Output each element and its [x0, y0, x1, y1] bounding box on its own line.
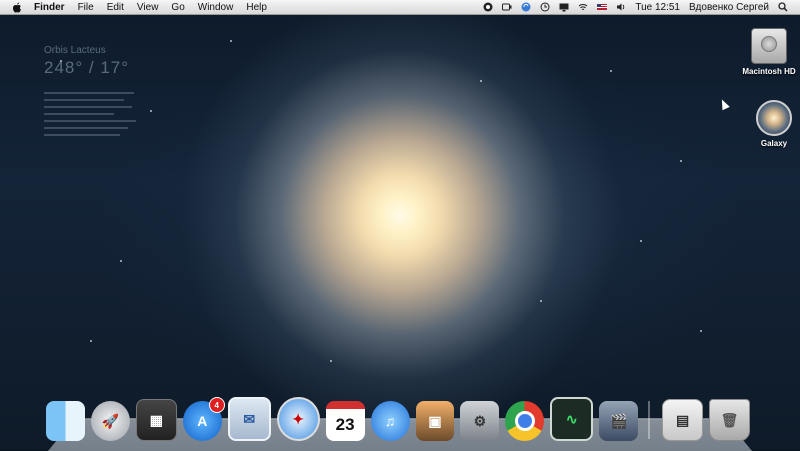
dock-documents-stack[interactable]: ▤ [662, 399, 704, 441]
display-icon[interactable] [559, 2, 569, 12]
overlay-line [44, 113, 114, 115]
activity-monitor-icon: ∿ [565, 410, 578, 427]
sync-icon[interactable] [521, 2, 531, 12]
compass-icon: ✦ [292, 410, 305, 427]
dock-system-preferences[interactable]: ⚙ [460, 401, 500, 441]
film-icon: 🎬 [610, 412, 628, 429]
dock-safari[interactable]: ✦ [276, 397, 320, 441]
menu-go[interactable]: Go [171, 2, 184, 13]
dock-app-store[interactable]: A 4 [182, 397, 225, 441]
mission-control-icon: ▦ [149, 411, 163, 428]
dock-mail[interactable]: ✉ [227, 397, 271, 441]
menu-bar: Finder File Edit View Go Window Help Tue… [0, 0, 800, 15]
dock-itunes[interactable]: ♫ [370, 401, 410, 441]
app-store-icon: A [197, 413, 208, 429]
dock: 🚀 ▦ A 4 ✉ ✦ 23 ♫ ▣ ⚙ ∿ 🎬 ▤ 🗑 [46, 393, 756, 441]
wallpaper-overlay: Orbis Lacteus 248° / 17° [44, 45, 136, 136]
dock-finder[interactable] [46, 401, 85, 441]
dock-separator [648, 401, 651, 439]
menu-help[interactable]: Help [246, 2, 267, 13]
app-store-badge: 4 [208, 397, 225, 413]
music-icon: ♫ [384, 413, 396, 429]
calendar-icon: 23 [335, 415, 355, 434]
overlay-line [44, 99, 124, 101]
macintosh-hd-label: Macintosh HD [742, 67, 796, 76]
apple-menu-icon[interactable] [10, 0, 24, 14]
flag-icon[interactable] [597, 2, 608, 12]
clock-text[interactable]: Tue 12:51 [635, 2, 680, 13]
overlay-title: Orbis Lacteus [44, 45, 106, 56]
macintosh-hd-desktop-icon[interactable]: Macintosh HD [739, 28, 799, 76]
status-area: Tue 12:51 Вдовенко Сергей [483, 2, 800, 13]
overlay-line [44, 120, 136, 122]
overlay-line [44, 92, 134, 94]
record-icon[interactable] [483, 2, 493, 12]
hard-drive-icon[interactable] [751, 28, 787, 64]
dock-trash[interactable]: 🗑 [709, 399, 751, 441]
galaxy-image-icon[interactable] [756, 100, 792, 136]
clock-icon[interactable] [540, 2, 550, 12]
overlay-coords: 248° / 17° [44, 58, 130, 77]
dock-iphoto[interactable]: ▣ [415, 401, 455, 441]
trash-icon: 🗑 [720, 411, 739, 428]
overlay-line [44, 127, 128, 129]
dock-launchpad[interactable]: 🚀 [90, 401, 130, 441]
overlay-line [44, 106, 132, 108]
camera-icon[interactable] [502, 2, 512, 12]
dock-chrome[interactable] [505, 401, 545, 441]
spotlight-icon[interactable] [778, 2, 788, 12]
mail-icon: ✉ [243, 410, 256, 427]
dock-imovie[interactable]: 🎬 [599, 401, 639, 441]
menu-file[interactable]: File [78, 2, 94, 13]
menu-view[interactable]: View [137, 2, 159, 13]
dock-ical[interactable]: 23 [325, 401, 365, 441]
rocket-icon: 🚀 [101, 412, 120, 429]
galaxy-label: Galaxy [760, 139, 788, 148]
photo-icon: ▣ [428, 412, 442, 429]
wifi-icon[interactable] [578, 2, 588, 12]
dock-activity-monitor[interactable]: ∿ [550, 397, 594, 441]
menu-window[interactable]: Window [198, 2, 234, 13]
user-name[interactable]: Вдовенко Сергей [689, 2, 769, 13]
overlay-line [44, 134, 120, 136]
gear-icon: ⚙ [473, 412, 487, 429]
dock-mission-control[interactable]: ▦ [135, 399, 177, 441]
galaxy-desktop-icon[interactable]: Galaxy [744, 100, 800, 148]
menu-finder[interactable]: Finder [34, 2, 65, 13]
chrome-icon [514, 411, 535, 431]
documents-icon: ▤ [675, 411, 690, 428]
volume-icon[interactable] [616, 2, 626, 12]
menu-edit[interactable]: Edit [107, 2, 124, 13]
